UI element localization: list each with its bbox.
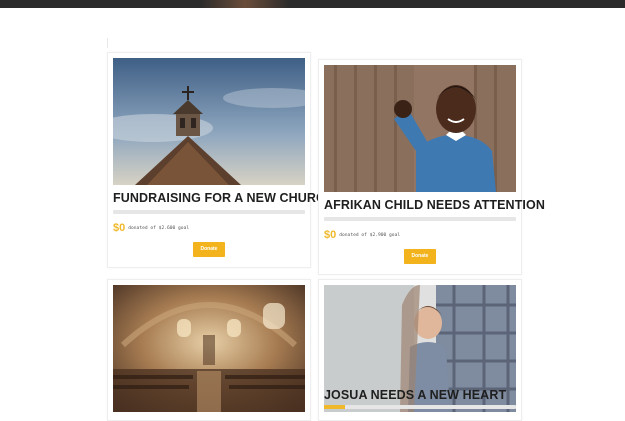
header-image-strip: [0, 0, 625, 8]
divider: [107, 38, 108, 48]
goal-text: donated of $2.600 goal: [128, 226, 190, 231]
campaign-card: [107, 279, 311, 421]
donated-amount: $0: [113, 222, 126, 234]
donation-summary: $0 donated of $2.600 goal: [113, 218, 189, 236]
church-steeple-image[interactable]: [113, 58, 305, 185]
progress-bar: [324, 405, 516, 409]
campaign-title[interactable]: JOSUA NEEDS A NEW HEART: [324, 388, 524, 402]
goal-text: donated of $2.900 goal: [339, 233, 401, 238]
donated-amount: $0: [324, 229, 337, 241]
donate-button[interactable]: Donate: [193, 242, 225, 257]
progress-bar: [324, 217, 516, 221]
donation-summary: $0 donated of $2.900 goal: [324, 225, 400, 243]
campaign-card: AFRIKAN CHILD NEEDS ATTENTION $0 donated …: [318, 59, 545, 275]
child-image[interactable]: [324, 65, 516, 192]
progress-bar: [113, 210, 305, 214]
campaign-card: FUNDRAISING FOR A NEW CHURCH $0 donated o…: [107, 52, 334, 268]
church-interior-image[interactable]: [113, 285, 305, 412]
donate-button[interactable]: Donate: [404, 249, 436, 264]
campaign-title[interactable]: FUNDRAISING FOR A NEW CHURCH: [113, 191, 334, 205]
campaign-title[interactable]: AFRIKAN CHILD NEEDS ATTENTION: [324, 198, 545, 212]
campaign-card: JOSUA NEEDS A NEW HEART: [318, 279, 522, 421]
